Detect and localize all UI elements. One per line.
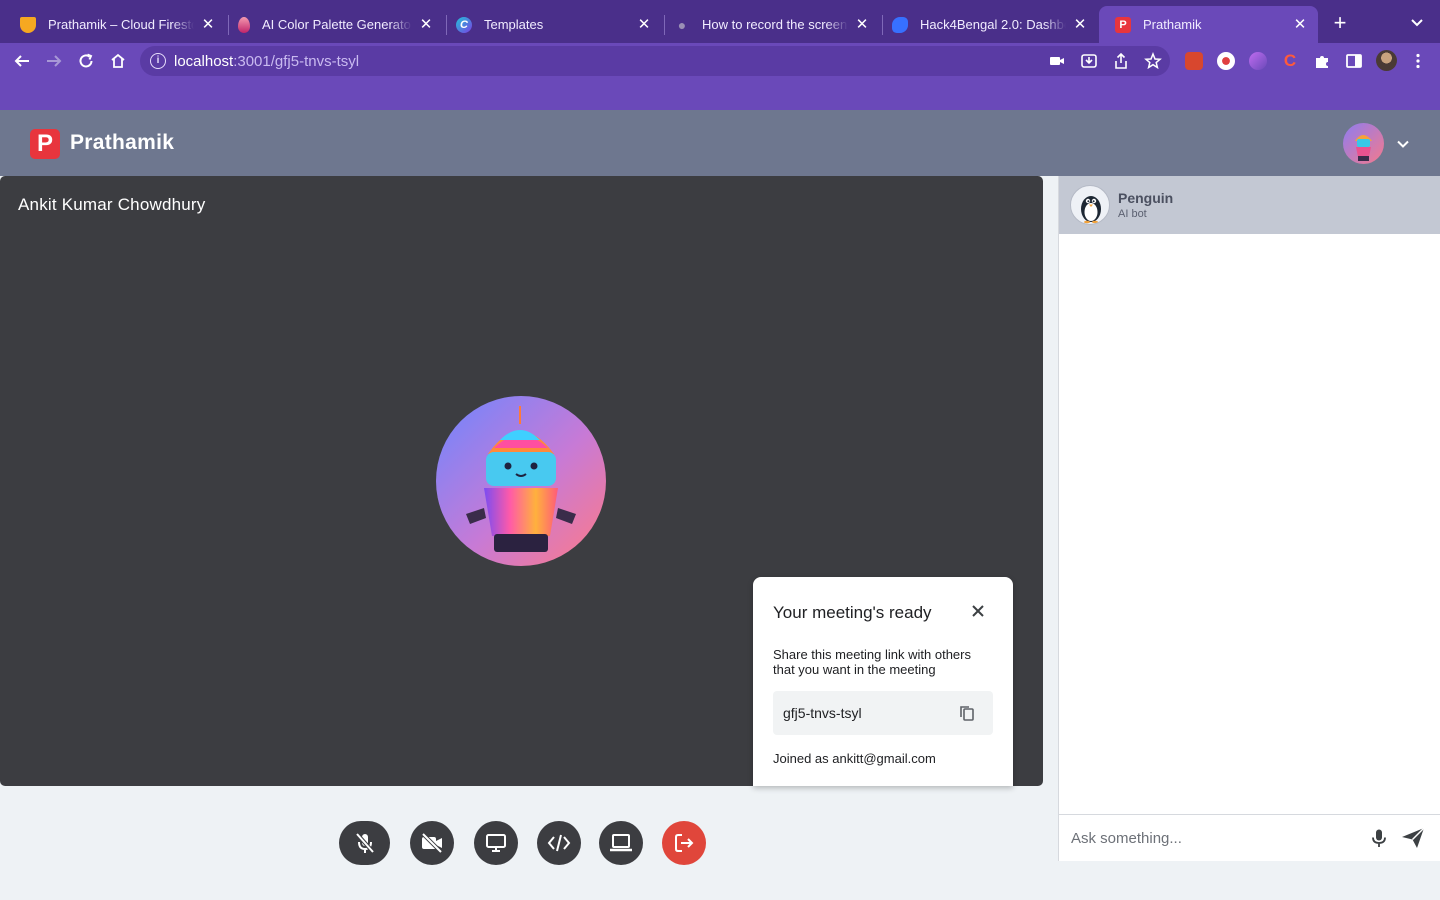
participant-name: Ankit Kumar Chowdhury [18,195,206,214]
browser-tab[interactable]: ● How to record the screen on your Mac ✕ [658,6,880,43]
canva-icon: C [456,16,472,33]
close-icon[interactable]: ✕ [1292,16,1308,33]
close-icon[interactable]: ✕ [1072,16,1088,33]
side-panel-icon[interactable] [1345,52,1363,70]
back-icon[interactable] [10,49,34,73]
user-avatar[interactable] [1343,123,1384,164]
site-info-icon[interactable]: i [150,53,166,69]
chat-composer [1059,814,1440,861]
chat-input[interactable] [1071,827,1361,849]
close-icon[interactable]: ✕ [418,16,434,33]
present-screen-button[interactable] [474,821,518,865]
forward-icon[interactable] [42,49,66,73]
whiteboard-button[interactable] [599,821,643,865]
bot-role: AI bot [1118,208,1147,220]
camera-in-use-icon[interactable] [1048,52,1066,70]
meeting-code[interactable]: gfj5-tnvs-tsyl [783,705,862,721]
meeting-ready-dialog: Your meeting's ready Share this meeting … [753,577,1013,786]
prathamik-logo-icon[interactable]: P [30,129,60,159]
bookmark-star-icon[interactable] [1144,52,1162,70]
code-editor-button[interactable] [537,821,581,865]
close-icon[interactable]: ✕ [636,16,652,33]
browser-tab[interactable]: Hack4Bengal 2.0: Dashboard ✕ [876,6,1098,43]
extension-c-icon[interactable]: C [1281,52,1299,70]
browser-tab[interactable]: AI Color Palette Generator ✕ [222,6,444,43]
chevron-down-icon[interactable] [1396,137,1410,151]
laptop-icon [610,834,632,852]
leave-meeting-button[interactable] [662,821,706,865]
install-app-icon[interactable] [1080,52,1098,70]
chat-header: Penguin AI bot [1059,176,1440,234]
chevron-down-icon[interactable] [1408,14,1426,32]
home-icon[interactable] [106,49,130,73]
close-icon[interactable] [969,602,987,620]
video-off-icon [421,832,443,854]
send-icon[interactable] [1400,826,1426,850]
monitor-icon [486,834,506,852]
mic-icon[interactable] [1369,828,1389,848]
color-drop-icon [238,16,250,33]
mic-off-button[interactable] [339,821,390,865]
browser-tab[interactable]: Prathamik – Cloud Firestore ✕ [4,6,226,43]
meeting-ready-title: Your meeting's ready [773,603,932,622]
browser-tab[interactable]: C Templates ✕ [440,6,662,43]
meeting-link-box[interactable]: gfj5-tnvs-tsyl [773,691,993,735]
joined-as-label: Joined as ankitt@gmail.com [773,751,936,766]
record-extension-icon[interactable] [1217,52,1235,70]
penguin-avatar-icon [1070,185,1110,225]
meeting-share-description: Share this meeting link with others that… [773,647,971,677]
puzzle-extensions-icon[interactable] [1313,52,1331,70]
camera-off-button[interactable] [410,821,454,865]
devfolio-icon [892,16,908,33]
close-icon[interactable]: ✕ [200,16,216,33]
reload-icon[interactable] [74,49,98,73]
code-icon [547,834,571,852]
prathamik-icon: P [1115,16,1131,33]
address-bar[interactable]: i localhost:3001/gfj5-tnvs-tsyl [140,46,1170,76]
browser-toolbar: i localhost:3001/gfj5-tnvs-tsyl C [0,43,1440,78]
extension-icon[interactable] [1185,52,1203,70]
app-name[interactable]: Prathamik [70,131,174,155]
copy-icon[interactable] [958,704,976,722]
browser-menu-icon[interactable] [1409,52,1427,70]
browser-tab-active[interactable]: P Prathamik ✕ [1099,6,1318,43]
profile-avatar[interactable] [1376,50,1397,71]
share-icon[interactable] [1112,52,1130,70]
mic-off-icon [355,832,374,854]
app-header: P Prathamik [0,110,1440,176]
address-bar-url[interactable]: localhost:3001/gfj5-tnvs-tsyl [174,53,359,70]
bot-name: Penguin [1118,190,1174,206]
close-icon[interactable]: ✕ [854,16,870,33]
apple-icon: ● [677,16,687,33]
ai-chat-panel: Penguin AI bot [1058,176,1440,861]
browser-tab-strip: Prathamik – Cloud Firestore ✕ AI Color P… [0,0,1440,43]
extension-icon[interactable] [1249,52,1267,70]
firebase-icon [20,16,36,33]
leave-icon [675,834,694,852]
new-tab-icon[interactable]: + [1329,12,1351,34]
participant-avatar [436,396,606,566]
top-banner-strip [0,78,1440,110]
